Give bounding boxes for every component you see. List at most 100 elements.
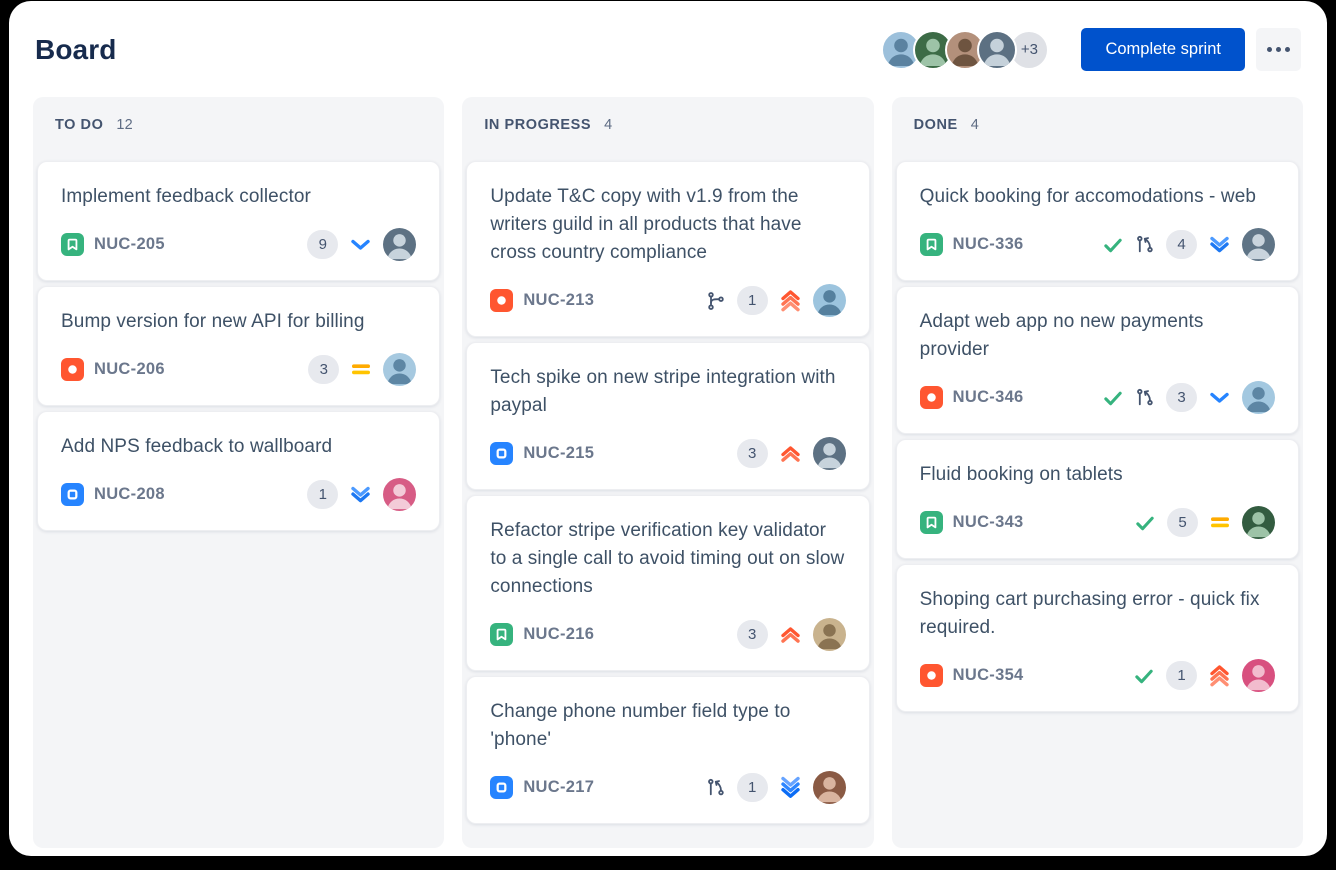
estimate-badge: 3 — [308, 355, 339, 384]
issue-card-nuc-208[interactable]: Add NPS feedback to wallboardNUC-2081 — [37, 411, 440, 531]
avatar-team-member-4[interactable] — [977, 30, 1017, 70]
issue-card-nuc-343[interactable]: Fluid booking on tabletsNUC-3435 — [896, 439, 1299, 559]
card-meta: 3 — [1102, 381, 1275, 414]
header-actions: +3 Complete sprint — [881, 28, 1301, 71]
done-check-icon — [1134, 512, 1156, 534]
assignee-avatar[interactable] — [1242, 228, 1275, 261]
column-title: TO DO — [55, 117, 103, 133]
person-silhouette-icon — [1242, 506, 1275, 539]
task-type-icon — [490, 776, 513, 799]
priority-up2-icon — [779, 444, 802, 464]
git-fork-icon — [706, 291, 726, 311]
issue-card-nuc-354[interactable]: Shoping cart purchasing error - quick fi… — [896, 564, 1299, 712]
card-footer: NUC-2059 — [61, 228, 416, 261]
priority-up2-icon — [779, 625, 802, 645]
card-footer: NUC-2131 — [490, 284, 845, 317]
issue-card-nuc-346[interactable]: Adapt web app no new payments providerNU… — [896, 286, 1299, 434]
card-meta: 1 — [307, 478, 416, 511]
card-meta: 3 — [308, 353, 416, 386]
card-list: Update T&C copy with v1.9 from the write… — [466, 161, 869, 824]
issue-card-nuc-206[interactable]: Bump version for new API for billing NUC-… — [37, 286, 440, 406]
bug-type-icon — [61, 358, 84, 381]
card-meta: 3 — [737, 437, 846, 470]
more-actions-button[interactable] — [1256, 28, 1301, 71]
done-check-icon — [1102, 234, 1124, 256]
card-footer: NUC-3435 — [920, 506, 1275, 539]
issue-key: NUC-216 — [523, 625, 594, 644]
issue-key: NUC-205 — [94, 235, 165, 254]
assignee-avatar[interactable] — [1242, 659, 1275, 692]
assignee-avatar[interactable] — [813, 284, 846, 317]
card-footer: NUC-336 4 — [920, 228, 1275, 261]
task-type-icon — [61, 483, 84, 506]
card-footer: NUC-3541 — [920, 659, 1275, 692]
card-title: Quick booking for accomodations - web — [920, 183, 1275, 211]
priority-down2-icon — [349, 485, 372, 505]
issue-card-nuc-213[interactable]: Update T&C copy with v1.9 from the write… — [466, 161, 869, 337]
priority-up3-icon — [779, 288, 802, 313]
git-branch-icon — [1135, 235, 1155, 255]
assignee-avatar[interactable] — [383, 228, 416, 261]
complete-sprint-button[interactable]: Complete sprint — [1081, 28, 1245, 71]
person-silhouette-icon — [813, 618, 846, 651]
column-count-badge: 4 — [971, 117, 979, 133]
issue-key: NUC-215 — [523, 444, 594, 463]
assignee-avatar[interactable] — [1242, 506, 1275, 539]
issue-key: NUC-206 — [94, 360, 165, 379]
card-meta: 1 — [706, 284, 846, 317]
assignee-avatar[interactable] — [813, 771, 846, 804]
issue-key: NUC-217 — [523, 778, 594, 797]
card-title: Bump version for new API for billing — [61, 308, 416, 336]
estimate-badge: 3 — [737, 620, 768, 649]
card-meta: 1 — [706, 771, 846, 804]
card-meta: 3 — [737, 618, 846, 651]
column-count-badge: 4 — [604, 117, 612, 133]
assignee-avatar[interactable] — [1242, 381, 1275, 414]
card-meta: 4 — [1102, 228, 1275, 261]
card-footer: NUC-216 3 — [490, 618, 845, 651]
person-silhouette-icon — [979, 32, 1015, 68]
story-type-icon — [920, 233, 943, 256]
estimate-badge: 3 — [737, 439, 768, 468]
page-title: Board — [35, 34, 116, 66]
bug-type-icon — [920, 664, 943, 687]
person-silhouette-icon — [383, 228, 416, 261]
priority-down2-icon — [1208, 235, 1231, 255]
estimate-badge: 4 — [1166, 230, 1197, 259]
assignee-avatar[interactable] — [383, 478, 416, 511]
card-title: Update T&C copy with v1.9 from the write… — [490, 183, 845, 267]
column-header: DONE 4 — [896, 117, 1299, 133]
column-in-progress: IN PROGRESS4 Update T&C copy with v1.9 fr… — [462, 97, 873, 848]
board-columns: TO DO 12 Implement feedback collectorNUC-2… — [9, 97, 1327, 856]
card-footer: NUC-217 1 — [490, 771, 845, 804]
column-title: DONE — [914, 117, 958, 133]
card-footer: NUC-215 3 — [490, 437, 845, 470]
assignee-avatar[interactable] — [813, 437, 846, 470]
column-header: IN PROGRESS4 — [466, 117, 869, 133]
priority-medium-icon — [1209, 516, 1231, 529]
estimate-badge: 3 — [1166, 383, 1197, 412]
board-header: Board +3 Complete sprint — [9, 1, 1327, 97]
card-title: Tech spike on new stripe integration wit… — [490, 364, 845, 420]
task-type-icon — [490, 442, 513, 465]
issue-card-nuc-205[interactable]: Implement feedback collectorNUC-2059 — [37, 161, 440, 281]
estimate-badge: 5 — [1167, 508, 1198, 537]
assignee-avatar[interactable] — [383, 353, 416, 386]
screenshot-backdrop: Board +3 Complete sprint TO DO 12 Implemen… — [0, 0, 1336, 870]
board-page: Board +3 Complete sprint TO DO 12 Implemen… — [9, 1, 1327, 856]
person-silhouette-icon — [383, 478, 416, 511]
person-silhouette-icon — [1242, 659, 1275, 692]
git-branch-icon — [706, 778, 726, 798]
card-title: Shoping cart purchasing error - quick fi… — [920, 586, 1275, 642]
issue-card-nuc-215[interactable]: Tech spike on new stripe integration wit… — [466, 342, 869, 490]
issue-card-nuc-217[interactable]: Change phone number field type to 'phone… — [466, 676, 869, 824]
issue-card-nuc-336[interactable]: Quick booking for accomodations - web NUC… — [896, 161, 1299, 281]
column-count-badge: 12 — [116, 117, 133, 133]
column-header: TO DO 12 — [37, 117, 440, 133]
estimate-badge: 1 — [1166, 661, 1197, 690]
person-silhouette-icon — [813, 284, 846, 317]
card-footer: NUC-3463 — [920, 381, 1275, 414]
assignee-avatar[interactable] — [813, 618, 846, 651]
issue-key: NUC-336 — [953, 235, 1024, 254]
issue-card-nuc-216[interactable]: Refactor stripe verification key validat… — [466, 495, 869, 671]
